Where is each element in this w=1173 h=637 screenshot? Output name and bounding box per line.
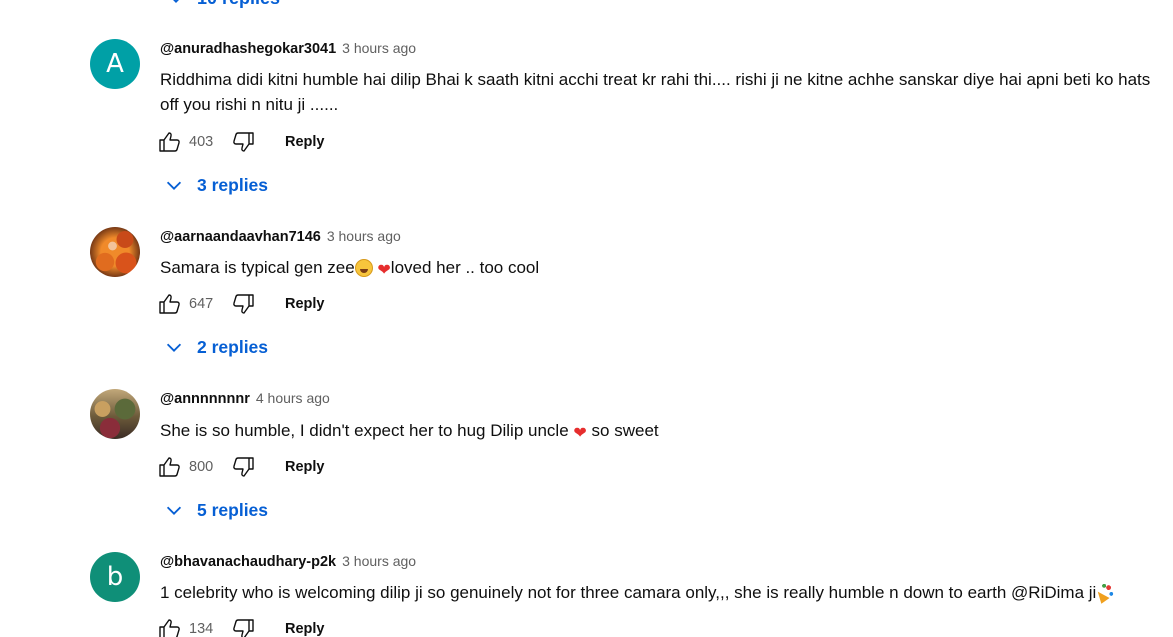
replies-count-label: 2 replies	[197, 336, 269, 357]
like-button[interactable]	[157, 616, 183, 637]
heart-emoji-icon: ❤	[377, 260, 391, 279]
thumbs-down-icon	[233, 457, 254, 477]
party-popper-emoji-icon	[1096, 584, 1115, 602]
thumbs-up-icon	[159, 294, 180, 314]
comment-time[interactable]: 3 hours ago	[342, 553, 416, 569]
comment-text: Samara is typical gen zee ❤loved her .. …	[160, 255, 1160, 280]
show-replies-button[interactable]: 3 replies	[163, 172, 268, 198]
like-button[interactable]	[157, 291, 183, 317]
comment-text-part: so sweet	[591, 421, 659, 440]
thumbs-up-icon	[159, 457, 180, 477]
comment-author[interactable]: @aarnaandaavhan7146	[160, 229, 321, 245]
reply-button[interactable]: Reply	[285, 621, 325, 637]
reply-button[interactable]: Reply	[285, 296, 325, 312]
comment-text-part: She is so humble, I didn't expect her to…	[160, 421, 569, 440]
comment-text: Riddhima didi kitni humble hai dilip Bha…	[160, 70, 1151, 114]
comment-text-part: 1 celebrity who is welcoming dilip ji so…	[160, 583, 1097, 602]
reply-button[interactable]: Reply	[285, 134, 325, 150]
laughing-emoji-icon	[354, 259, 373, 277]
comment-time[interactable]: 3 hours ago	[327, 228, 401, 244]
replies-count-label: 5 replies	[197, 499, 269, 520]
like-count: 134	[189, 621, 214, 637]
comment-text: 1 celebrity who is welcoming dilip ji so…	[160, 580, 1165, 605]
thumbs-up-icon	[159, 132, 180, 152]
comments-section: 10 replies A @anuradhashegokar3041 3 hou…	[0, 0, 1173, 637]
show-replies-button[interactable]: 10 replies	[165, 0, 280, 10]
like-button[interactable]	[157, 129, 183, 155]
comment-author[interactable]: @annnnnnnr	[160, 391, 250, 407]
comment-author[interactable]: @anuradhashegokar3041	[160, 41, 336, 57]
comment-text: She is so humble, I didn't expect her to…	[160, 418, 1160, 443]
thumbs-up-icon	[159, 619, 180, 637]
thumbs-down-icon	[233, 294, 254, 314]
thumbs-down-icon	[233, 619, 254, 637]
show-replies-button[interactable]: 2 replies	[163, 334, 268, 360]
chevron-down-icon	[166, 181, 182, 190]
avatar[interactable]: A	[90, 39, 140, 89]
dislike-button[interactable]	[230, 454, 256, 480]
like-count: 647	[189, 296, 214, 312]
like-button[interactable]	[157, 454, 183, 480]
avatar[interactable]: b	[90, 552, 140, 602]
reply-button[interactable]: Reply	[285, 459, 325, 475]
comment-text-part: loved her .. too cool	[390, 258, 540, 277]
show-replies-button[interactable]: 5 replies	[163, 497, 268, 523]
replies-count-label: 3 replies	[197, 174, 269, 195]
heart-emoji-icon: ❤	[573, 423, 587, 442]
comment-text-part: Samara is typical gen zee	[160, 258, 355, 277]
avatar-letter: b	[106, 562, 124, 592]
comment-time[interactable]: 4 hours ago	[256, 390, 330, 406]
like-count: 403	[189, 134, 214, 150]
dislike-button[interactable]	[230, 129, 256, 155]
avatar[interactable]	[90, 389, 140, 439]
comment-author[interactable]: @bhavanachaudhary-p2k	[160, 554, 336, 570]
thumbs-down-icon	[233, 132, 254, 152]
chevron-down-icon	[173, 0, 179, 3]
dislike-button[interactable]	[230, 291, 256, 317]
avatar-letter: A	[106, 49, 124, 79]
comment-time[interactable]: 3 hours ago	[342, 40, 416, 56]
chevron-down-icon	[166, 506, 182, 515]
chevron-down-icon	[166, 343, 182, 352]
like-count: 800	[189, 459, 214, 475]
dislike-button[interactable]	[230, 616, 256, 637]
replies-count-label: 10 replies	[197, 0, 280, 9]
avatar[interactable]	[90, 227, 140, 277]
